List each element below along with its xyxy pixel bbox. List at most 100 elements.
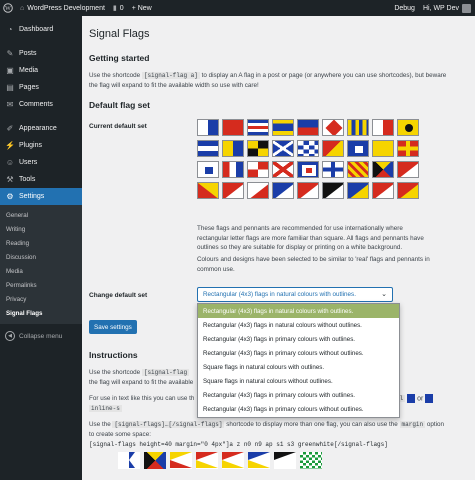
change-default-label: Change default set — [89, 292, 148, 299]
flag-z — [372, 161, 394, 178]
flag-b — [222, 119, 244, 136]
sidebar-item-dashboard[interactable]: ◔ Dashboard — [0, 21, 82, 38]
sidebar-item-comments[interactable]: ✉ Comments — [0, 96, 82, 113]
flag-nine — [397, 182, 419, 199]
flag-five — [297, 182, 319, 199]
settings-icon: ⚙ — [6, 192, 14, 201]
avatar — [462, 3, 471, 13]
text-segment: or — [417, 395, 424, 403]
submenu-item-discussion[interactable]: Discussion — [0, 250, 82, 264]
flag-g — [347, 119, 369, 136]
page-title: Signal Flags — [89, 28, 150, 40]
text-line: Colours and designs have been selected t… — [197, 256, 430, 263]
sidebar-item-appearance[interactable]: ✐ Appearance — [0, 120, 82, 137]
dropdown-option[interactable]: Rectangular (4x3) flags in primary colou… — [198, 403, 399, 417]
dropdown-option[interactable]: Rectangular (4x3) flags in natural colou… — [198, 304, 399, 319]
example-flag-greenwhite — [300, 452, 322, 469]
debug-link[interactable]: Debug — [390, 0, 419, 16]
sidebar-item-pages[interactable]: ▤ Pages — [0, 79, 82, 96]
flag-e — [297, 119, 319, 136]
admin-sidebar: ◔ Dashboard ✎ Posts ▣ Media ▤ Pages ✉ Comment… — [0, 16, 82, 480]
flag-d — [272, 119, 294, 136]
comments-link[interactable]: ▮ 0 — [109, 0, 128, 16]
sidebar-item-label: Appearance — [19, 125, 57, 132]
submenu-item-signal-flags[interactable]: Signal Flags — [0, 306, 82, 320]
submenu-item-media[interactable]: Media — [0, 264, 82, 278]
submenu-item-privacy[interactable]: Privacy — [0, 292, 82, 306]
getting-started-text: Use the shortcode [signal-flag a] to dis… — [89, 71, 475, 90]
instructions-text-1: Use the shortcode [signal-flag the flag … — [89, 368, 199, 387]
flag-h — [372, 119, 394, 136]
flag-c — [247, 119, 269, 136]
text-line: These flags and pennants are recommended… — [197, 225, 403, 232]
sidebar-item-label: Tools — [19, 176, 36, 183]
dropdown-option[interactable]: Square flags in natural colours without … — [198, 374, 399, 388]
example-shortcode: [signal-flags height=40 margin="0 4px"]a… — [89, 441, 388, 448]
select-value: Rectangular (4x3) flags in natural colou… — [203, 291, 356, 298]
collapse-menu-button[interactable]: ◀ Collapse menu — [0, 327, 82, 345]
example-pennant-s1 — [248, 452, 270, 469]
sidebar-item-media[interactable]: ▣ Media — [0, 62, 82, 79]
flag-r — [397, 140, 419, 157]
example-pennant-s3 — [274, 452, 296, 469]
wordpress-logo-icon[interactable]: W — [0, 0, 16, 16]
instructions-text-3: Use the [signal-flags]…[/signal-flags] s… — [89, 420, 473, 439]
my-account-link[interactable]: Hi, WP Dev — [419, 0, 475, 16]
new-content-link[interactable]: + New — [128, 0, 156, 16]
submenu-item-general[interactable]: General — [0, 208, 82, 222]
flag-set-dropdown: Rectangular (4x3) flags in natural colou… — [197, 303, 400, 418]
comments-count: 0 — [119, 4, 124, 12]
text-segment: For use in text like this you can use th — [89, 395, 195, 402]
flag-six — [322, 182, 344, 199]
dropdown-option[interactable]: Rectangular (4x3) flags in primary colou… — [198, 332, 399, 346]
tools-icon: ⚒ — [6, 175, 14, 184]
chevron-down-icon: ⌄ — [381, 291, 387, 298]
collapse-label: Collapse menu — [19, 332, 63, 340]
save-settings-button[interactable]: Save settings — [89, 320, 137, 334]
instructions-heading: Instructions — [89, 350, 138, 360]
sidebar-item-users[interactable]: ☺ Users — [0, 154, 82, 171]
sidebar-item-label: Plugins — [19, 142, 42, 149]
sidebar-item-label: Media — [19, 67, 39, 74]
flag-eight — [372, 182, 394, 199]
text-segment: option — [425, 421, 445, 428]
flag-l — [247, 140, 269, 157]
flag-t — [222, 161, 244, 178]
flag-set-description-2: Colours and designs have been selected t… — [197, 255, 472, 274]
text-segment: to create some space: — [89, 430, 151, 438]
dropdown-option[interactable]: Rectangular (4x3) flags in primary colou… — [198, 389, 399, 403]
submenu-item-permalinks[interactable]: Permalinks — [0, 278, 82, 292]
current-default-label: Current default set — [89, 123, 147, 130]
plugin-icon: ⚡ — [5, 141, 15, 150]
sidebar-item-settings[interactable]: ⚙ Settings — [0, 188, 82, 205]
sidebar-item-tools[interactable]: ⚒ Tools — [0, 171, 82, 188]
flag-p — [347, 140, 369, 157]
sidebar-item-label: Posts — [19, 50, 37, 57]
text-line: outlines so they are suitable for displa… — [197, 244, 403, 251]
flag-set-select[interactable]: Rectangular (4x3) flags in natural colou… — [197, 287, 393, 302]
text-segment: to display an A flag in a post or page (… — [199, 72, 447, 79]
flag-seven — [347, 182, 369, 199]
home-icon: ⌂ — [20, 4, 25, 12]
submenu-item-writing[interactable]: Writing — [0, 222, 82, 236]
site-name-link[interactable]: ⌂ WordPress Development — [16, 0, 109, 16]
sidebar-item-posts[interactable]: ✎ Posts — [0, 45, 82, 62]
dropdown-option[interactable]: Rectangular (4x3) flags in primary colou… — [198, 346, 399, 360]
submenu-item-reading[interactable]: Reading — [0, 236, 82, 250]
flag-q — [372, 140, 394, 157]
instructions-text-2: For use in text like this you can use th… — [89, 394, 199, 413]
sidebar-item-plugins[interactable]: ⚡ Plugins — [0, 137, 82, 154]
sidebar-item-label: Pages — [19, 84, 39, 91]
flag-preview-grid — [197, 119, 419, 199]
flag-s — [197, 161, 219, 178]
flag-n — [297, 140, 319, 157]
dropdown-option[interactable]: Square flags in natural colours with out… — [198, 360, 399, 374]
flag-four — [272, 182, 294, 199]
dashboard-icon: ◔ — [7, 25, 13, 34]
dropdown-option[interactable]: Rectangular (4x3) flags in natural colou… — [198, 318, 399, 332]
shortcode: inline-s — [89, 404, 122, 412]
sidebar-item-label: Comments — [19, 101, 53, 108]
collapse-icon: ◀ — [5, 331, 15, 341]
flag-set-description: These flags and pennants are recommended… — [197, 224, 472, 253]
example-pennant-0 — [170, 452, 192, 469]
